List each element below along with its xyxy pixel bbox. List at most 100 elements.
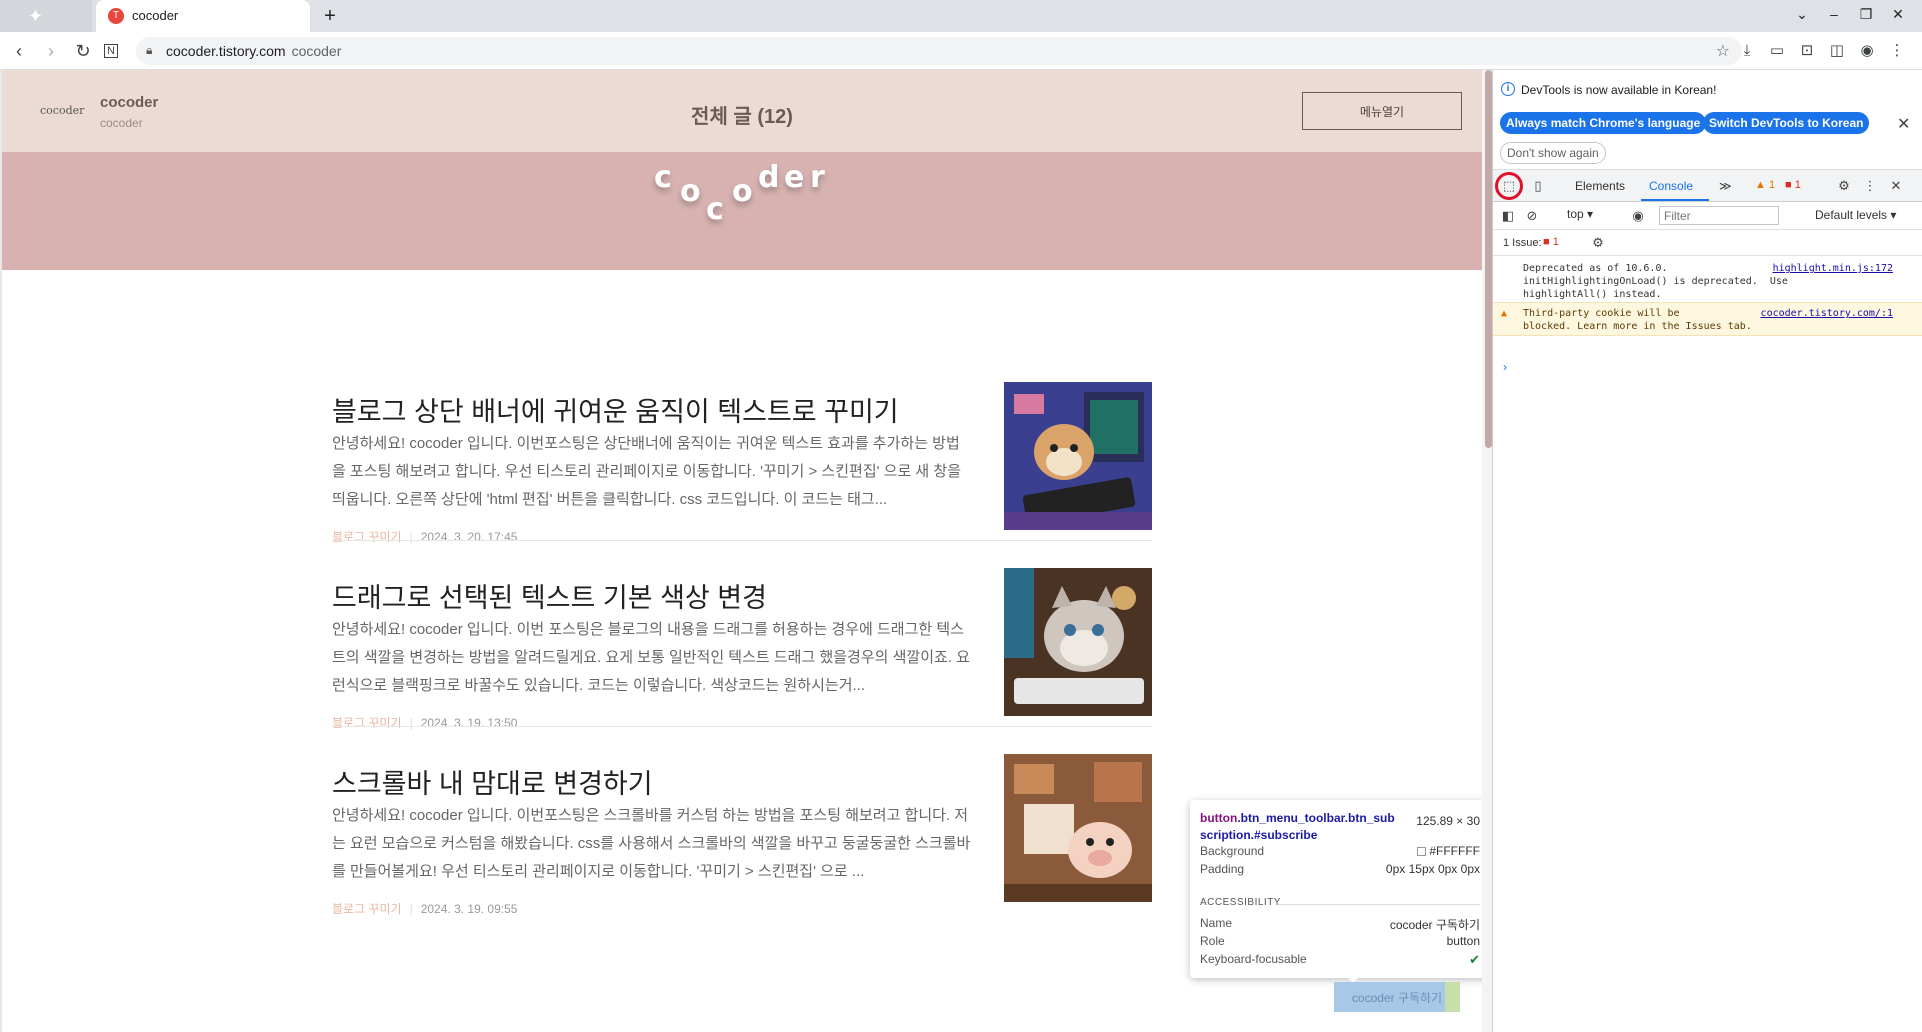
tooltip-divider xyxy=(1278,904,1480,905)
issues-label: 1 Issue: xyxy=(1503,237,1542,249)
tab-title: cocoder xyxy=(132,8,179,23)
switch-to-korean-button[interactable]: Switch DevTools to Korean xyxy=(1703,112,1870,134)
scrollbar-thumb[interactable] xyxy=(1485,70,1492,448)
post-category[interactable]: 블로그 꾸미기 xyxy=(332,530,402,544)
banner-letter: c xyxy=(654,160,672,195)
post-summary[interactable]: 안녕하세요! cocoder 입니다. 이번포스팅은 스크롤바를 커스텀 하는 … xyxy=(332,802,972,886)
device-toolbar-icon[interactable]: ▯ xyxy=(1529,177,1547,195)
console-prompt[interactable]: › xyxy=(1503,360,1507,374)
console-message-source[interactable]: highlight.min.js:172 xyxy=(1773,262,1893,275)
dont-show-again-button[interactable]: Don't show again xyxy=(1500,142,1606,164)
tab-console[interactable]: Console xyxy=(1649,179,1693,193)
reload-icon[interactable]: ↻ xyxy=(72,41,94,61)
color-swatch-icon xyxy=(1417,847,1427,856)
devtools-panel: i DevTools is now available in Korean! A… xyxy=(1492,70,1922,1032)
warning-icon: ▲ xyxy=(1501,308,1508,319)
browser-tab-bar: ✦ T cocoder + ⌄ – ❐ ✕ xyxy=(0,0,1922,32)
restore-icon[interactable]: ❐ xyxy=(1856,6,1876,23)
omnibox[interactable]: 🔒︎ cocoder.tistory.com cocoder ☆ xyxy=(136,37,1742,65)
close-notice-icon[interactable]: ✕ xyxy=(1897,114,1910,134)
naver-extension-icon[interactable]: N xyxy=(104,44,118,58)
console-settings-gear-icon[interactable]: ⚙ xyxy=(1589,234,1607,252)
console-message-text: Deprecated as of 10.6.0. initHighlightin… xyxy=(1523,263,1788,300)
page-scrollbar[interactable] xyxy=(1482,70,1492,1032)
blog-header: cocoder cocoder cocoder 전체 글 (12) 메뉴열기 xyxy=(2,70,1482,152)
post-meta: 블로그 꾸미기 | 2024. 3. 19. 13:50 xyxy=(332,716,518,730)
warning-count-badge[interactable]: ▲ 1 xyxy=(1755,179,1775,191)
more-options-icon[interactable]: ⋮ xyxy=(1861,177,1879,195)
console-filter-input[interactable] xyxy=(1659,206,1779,225)
always-match-language-button[interactable]: Always match Chrome's language xyxy=(1500,112,1707,134)
settings-gear-icon[interactable]: ⚙ xyxy=(1835,177,1853,195)
post-divider xyxy=(332,540,1152,541)
console-message-source[interactable]: cocoder.tistory.com/:1 xyxy=(1761,307,1893,320)
post-thumbnail-pig[interactable] xyxy=(1004,754,1152,902)
previous-tab[interactable]: ✦ xyxy=(0,0,92,32)
devtools-language-notice: i DevTools is now available in Korean! A… xyxy=(1493,70,1922,170)
minimize-icon[interactable]: – xyxy=(1824,6,1844,22)
post-title[interactable]: 스크롤바 내 맘대로 변경하기 xyxy=(332,762,653,801)
devtools-tab-bar: ⬚ ▯ Elements Console ≫ ▲ 1 ■ 1 ⚙ ⋮ ✕ xyxy=(1493,170,1922,202)
info-icon: i xyxy=(1501,82,1515,96)
menu-open-button[interactable]: 메뉴열기 xyxy=(1302,92,1462,130)
log-levels-dropdown[interactable]: Default levels ▾ xyxy=(1815,208,1896,222)
context-selector[interactable]: top ▾ xyxy=(1567,207,1593,221)
post-summary[interactable]: 안녕하세요! cocoder 입니다. 이번 포스팅은 블로그의 내용을 드래그… xyxy=(332,616,972,700)
eye-icon[interactable]: ◉ xyxy=(1629,207,1647,225)
new-tab-button[interactable]: + xyxy=(318,4,342,28)
post-date: 2024. 3. 20. 17:45 xyxy=(420,530,518,544)
forward-icon[interactable]: › xyxy=(40,41,62,61)
tab-search-icon[interactable]: ⌄ xyxy=(1792,6,1812,23)
close-devtools-icon[interactable]: ✕ xyxy=(1887,177,1905,195)
tab-elements[interactable]: Elements xyxy=(1575,179,1625,193)
check-circle-icon: ✔ xyxy=(1469,952,1480,967)
issues-count-badge[interactable]: ■ 1 xyxy=(1543,236,1559,248)
banner-letter: r xyxy=(810,160,825,195)
post-item[interactable]: 블로그 상단 배너에 귀여운 움직이 텍스트로 꾸미기 안녕하세요! cocod… xyxy=(332,382,1152,544)
post-date: 2024. 3. 19. 13:50 xyxy=(420,716,518,730)
chrome-menu-icon[interactable]: ⋮ xyxy=(1886,40,1908,62)
side-panel-icon[interactable]: ◫ xyxy=(1826,40,1848,62)
bookmark-star-icon[interactable]: ☆ xyxy=(1716,41,1730,61)
post-summary[interactable]: 안녕하세요! cocoder 입니다. 이번포스팅은 상단배너에 움직이는 귀여… xyxy=(332,430,972,514)
notice-text: DevTools is now available in Korean! xyxy=(1521,83,1717,97)
post-divider xyxy=(332,726,1152,727)
issues-bar: 1 Issue: ■ 1 ⚙ xyxy=(1493,230,1922,256)
banner-letter: c xyxy=(706,192,724,227)
tooltip-dimensions: 125.89 × 30 xyxy=(1416,814,1480,828)
post-item[interactable]: 스크롤바 내 맘대로 변경하기 안녕하세요! cocoder 입니다. 이번포스… xyxy=(332,754,1152,916)
close-window-icon[interactable]: ✕ xyxy=(1888,6,1908,23)
active-tab[interactable]: T cocoder xyxy=(96,0,310,32)
post-item[interactable]: 드래그로 선택된 텍스트 기본 색상 변경 안녕하세요! cocoder 입니다… xyxy=(332,568,1152,730)
post-title[interactable]: 드래그로 선택된 텍스트 기본 색상 변경 xyxy=(332,576,767,615)
console-warning-message: ▲ Third-party cookie will be blocked. Le… xyxy=(1493,302,1922,336)
error-count-badge[interactable]: ■ 1 xyxy=(1785,179,1801,191)
console-message-text: Third-party cookie will be blocked. Lear… xyxy=(1523,308,1752,332)
back-icon[interactable]: ‹ xyxy=(8,41,30,61)
post-category[interactable]: 블로그 꾸미기 xyxy=(332,902,402,916)
banner-letter: e xyxy=(784,160,805,195)
bird-icon: ✦ xyxy=(28,6,44,26)
all-posts-heading: 전체 글 (12) xyxy=(691,106,793,128)
banner-letter: o xyxy=(732,174,753,209)
address-toolbar: ‹ › ↻ N 🔒︎ cocoder.tistory.com cocoder ☆ … xyxy=(0,32,1922,70)
top-banner: c o c o d e r xyxy=(2,152,1482,270)
sidebar-toggle-icon[interactable]: ◧ xyxy=(1499,207,1517,225)
post-date: 2024. 3. 19. 09:55 xyxy=(420,902,518,916)
banner-letter: o xyxy=(680,174,701,209)
subscribe-button[interactable]: cocoder 구독하기 xyxy=(1334,982,1460,1012)
post-thumbnail-puppy[interactable] xyxy=(1004,382,1152,530)
post-title[interactable]: 블로그 상단 배너에 귀여운 움직이 텍스트로 꾸미기 xyxy=(332,390,899,429)
console-message: Deprecated as of 10.6.0. initHighlightin… xyxy=(1493,258,1922,300)
more-tabs-icon[interactable]: ≫ xyxy=(1719,179,1732,193)
profile-icon[interactable]: ◉ xyxy=(1856,40,1878,62)
tistory-favicon-icon: T xyxy=(108,8,124,24)
clear-console-icon[interactable]: ⊘ xyxy=(1523,207,1541,225)
post-thumbnail-cat[interactable] xyxy=(1004,568,1152,716)
screenshot-icon[interactable]: ⊡ xyxy=(1796,40,1818,62)
inspect-tooltip: button.btn_menu_toolbar.btn_sub scriptio… xyxy=(1190,800,1490,978)
cast-icon[interactable]: ▭ xyxy=(1766,40,1788,62)
inspect-element-icon[interactable]: ⬚ xyxy=(1500,177,1518,195)
download-icon[interactable]: ⤓ xyxy=(1736,40,1758,62)
post-category[interactable]: 블로그 꾸미기 xyxy=(332,716,402,730)
